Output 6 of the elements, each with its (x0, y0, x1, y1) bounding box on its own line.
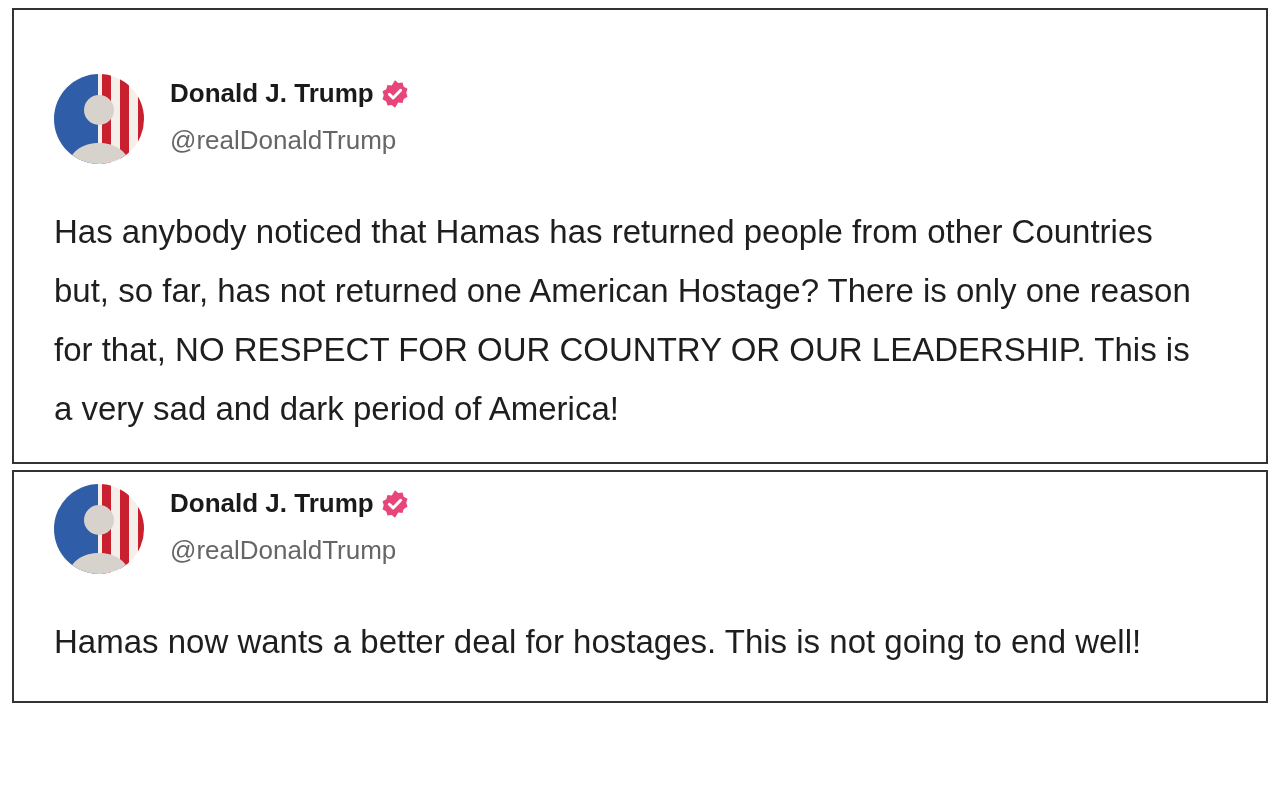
author-handle[interactable]: @realDonaldTrump (170, 531, 410, 570)
author-handle[interactable]: @realDonaldTrump (170, 121, 410, 160)
post-text: Hamas now wants a better deal for hostages. This is not going to end well! (54, 622, 1143, 662)
author-name[interactable]: Donald J. Trump (170, 484, 374, 523)
post-text: Has anybody noticed that Hamas has returned people from other Countries but, so far, has not returned one American Hostage? There is only one reason for that, NO RESPECT FOR OUR COUNTRY OR OUR LEADERSHIP. This is a very sad and dark period of America! (54, 212, 1192, 429)
author-name[interactable]: Donald J. Trump (170, 74, 374, 113)
